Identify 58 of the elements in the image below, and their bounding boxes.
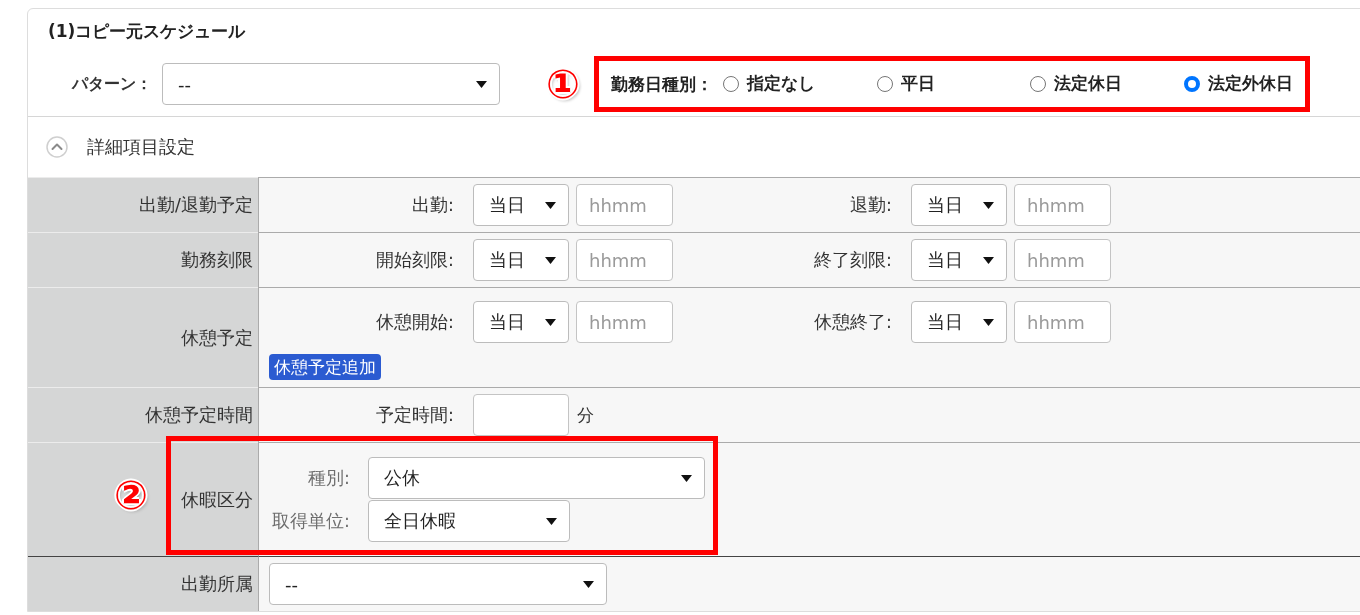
minutes-input[interactable]	[473, 394, 569, 436]
callout-number: ②	[113, 473, 149, 517]
field-label: 開始刻限:	[375, 249, 454, 272]
field-label: 取得単位:	[271, 510, 350, 533]
day-select[interactable]: 当日	[473, 239, 569, 281]
time-input[interactable]: hhmm	[576, 184, 673, 226]
field-label: 休憩終了:	[813, 311, 892, 334]
time-input[interactable]: hhmm	[576, 239, 673, 281]
caret-down-icon	[545, 201, 556, 209]
radio-icon[interactable]	[723, 76, 739, 92]
day-select[interactable]: 当日	[473, 184, 569, 226]
row-label: 休憩予定時間	[28, 387, 258, 442]
time-input[interactable]: hhmm	[1014, 184, 1111, 226]
row-label: 出勤所属	[28, 556, 258, 611]
pattern-select[interactable]: --	[162, 63, 500, 105]
time-input[interactable]: hhmm	[1014, 239, 1111, 281]
caret-down-icon	[545, 318, 556, 326]
caret-down-icon	[983, 201, 994, 209]
workday-type-option[interactable]: 平日	[876, 73, 1031, 95]
workday-type-option[interactable]: 法定休日	[1030, 73, 1184, 95]
radio-icon[interactable]	[1030, 76, 1047, 92]
row-label: 勤務刻限	[28, 232, 258, 287]
row-label: 休憩予定	[28, 287, 258, 387]
day-select[interactable]: 当日	[911, 301, 1007, 343]
time-input[interactable]: hhmm	[576, 301, 673, 343]
caret-down-icon	[476, 80, 487, 88]
caret-down-icon	[681, 474, 692, 482]
day-select[interactable]: 当日	[473, 301, 569, 343]
field-label: 休憩開始:	[375, 311, 454, 334]
radio-icon[interactable]	[1184, 76, 1200, 92]
leave-select[interactable]: 全日休暇	[368, 500, 570, 542]
callout-number: ①	[545, 62, 581, 106]
field-label: 退勤:	[849, 194, 892, 217]
unit-label: 分	[577, 403, 594, 427]
day-select[interactable]: 当日	[911, 184, 1007, 226]
caret-down-icon	[583, 580, 594, 588]
workday-type-option[interactable]: 法定外休日	[1184, 73, 1293, 95]
radio-icon[interactable]	[876, 76, 893, 92]
time-input[interactable]: hhmm	[1014, 301, 1111, 343]
workday-type-option[interactable]: 指定なし	[723, 73, 877, 95]
pattern-label: パターン：	[70, 73, 152, 95]
caret-down-icon	[546, 517, 557, 525]
field-label: 出勤:	[411, 194, 454, 217]
field-label: 終了刻限:	[813, 249, 892, 272]
caret-down-icon	[545, 256, 556, 264]
chevron-up-icon	[46, 136, 68, 158]
caret-down-icon	[983, 318, 994, 326]
leave-select[interactable]: 公休	[368, 457, 705, 499]
add-break-button[interactable]: 休憩予定追加	[269, 354, 381, 380]
workday-type-label: 勤務日種別：	[611, 72, 713, 96]
field-label: 予定時間:	[375, 404, 454, 427]
day-select[interactable]: 当日	[911, 239, 1007, 281]
row-label: 出勤/退勤予定	[28, 177, 258, 232]
section-title: (1)コピー元スケジュール	[47, 20, 246, 43]
caret-down-icon	[983, 256, 994, 264]
field-label: 種別:	[307, 467, 350, 490]
details-toggle[interactable]: 詳細項目設定	[28, 117, 195, 177]
affiliation-select[interactable]: --	[269, 563, 607, 605]
